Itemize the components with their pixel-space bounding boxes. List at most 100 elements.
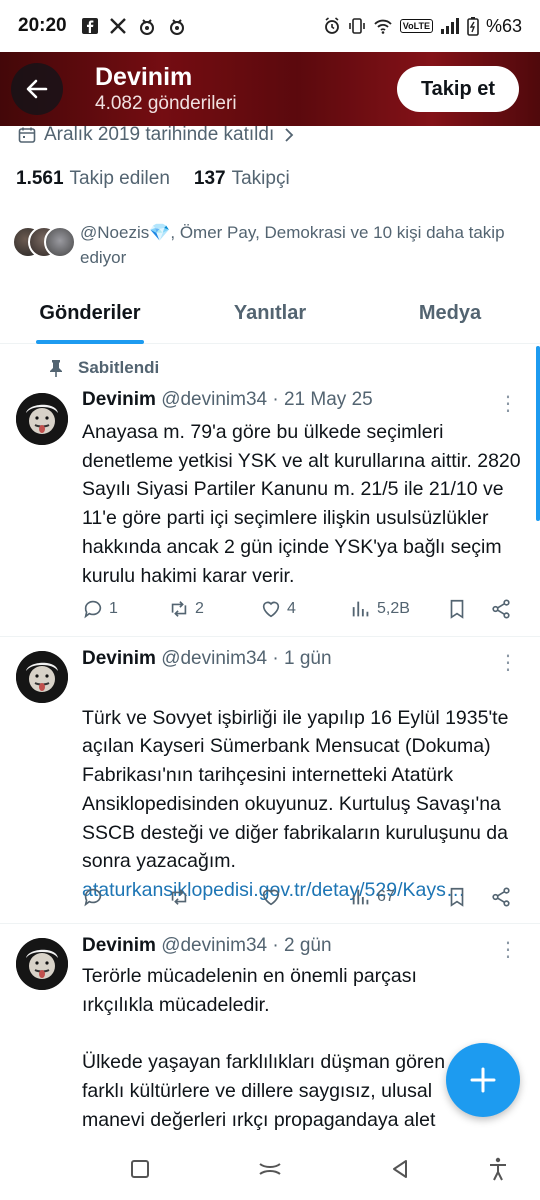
tweet-text: Terörle mücadelenin en önemli parçası ır… [82, 965, 446, 1131]
author-handle-date: @devinim34 · 1 gün [161, 648, 332, 669]
more-options-icon[interactable]: ⋮ [498, 391, 518, 416]
vibrate-icon [348, 18, 365, 34]
accessibility-button[interactable] [478, 1149, 518, 1189]
follow-button[interactable]: Takip et [397, 66, 519, 112]
calendar-icon [18, 127, 36, 143]
bookmark-icon [450, 887, 464, 907]
repost-icon [171, 601, 187, 617]
back-nav-button[interactable] [380, 1149, 420, 1189]
volte-badge: VoLTE [399, 19, 433, 33]
views-button[interactable]: 67 [350, 886, 446, 908]
author-name[interactable]: Devinim [82, 648, 156, 669]
app-icon [139, 19, 154, 35]
views-chart-icon [352, 889, 369, 905]
recent-apps-icon [131, 1160, 149, 1178]
wifi-icon [374, 19, 392, 34]
bookmark-button[interactable] [446, 886, 490, 908]
followers-count: 137 [193, 168, 226, 189]
recent-apps-button[interactable] [120, 1149, 160, 1189]
arrow-left-icon [26, 79, 48, 99]
more-options-icon[interactable]: ⋮ [498, 650, 518, 675]
tweet-header: Devinim @devinim34 · 1 gün [82, 648, 332, 670]
tweet-text: Türk ve Sovyet işbirliği ile yapılıp 16 … [82, 706, 509, 873]
x-icon [109, 18, 126, 34]
battery-level: %63 [485, 15, 522, 36]
bookmark-button[interactable] [446, 598, 490, 620]
tab-replies[interactable]: Yanıtlar [180, 284, 360, 343]
profile-header: Devinim 4.082 gönderileri Takip et [0, 52, 540, 126]
system-nav-bar [0, 1138, 540, 1200]
more-options-icon[interactable]: ⋮ [498, 937, 518, 962]
signal-icon [440, 18, 459, 34]
pinned-label: Sabitlendi [78, 358, 160, 377]
repost-button[interactable]: 2 [168, 598, 260, 620]
tweet-actions: 1 2 4 5,2B [82, 598, 522, 620]
following-label: Takip edilen [69, 168, 170, 189]
tweet[interactable]: Devinim @devinim34 · 1 gün ⋮ Türk ve Sov… [0, 637, 540, 924]
tweet[interactable]: Sabitlendi Devinim @devinim34 · 21 May 2… [0, 345, 540, 637]
following-link[interactable]: 1.561 Takip edilen [16, 168, 170, 190]
followed-by-row[interactable]: @Noezis💎, Ömer Pay, Demokrasi ve 10 kişi… [12, 220, 522, 270]
joined-date: Aralık 2019 tarihinde katıldı [18, 124, 296, 146]
einstein-avatar-image [16, 938, 68, 990]
followers-label: Takipçi [231, 168, 290, 189]
accessibility-icon [490, 1157, 506, 1181]
followers-link[interactable]: 137 Takipçi [194, 168, 290, 190]
tab-posts[interactable]: Gönderiler [0, 284, 180, 343]
follow-stats: 1.561 Takip edilen 137 Takipçi [16, 168, 290, 190]
tweet-header: Devinim @devinim34 · 21 May 25 [82, 389, 373, 411]
reply-icon [84, 888, 102, 907]
home-button[interactable] [250, 1149, 290, 1189]
reply-button[interactable]: 1 [82, 598, 168, 620]
battery-icon [467, 17, 479, 36]
share-icon [492, 887, 510, 907]
header-name: Devinim [95, 63, 193, 91]
pin-icon [50, 360, 62, 377]
einstein-avatar-image [16, 651, 68, 703]
app-icon [169, 19, 184, 35]
following-count: 1.561 [16, 168, 64, 189]
share-button[interactable] [490, 886, 512, 908]
reply-count: 1 [109, 600, 118, 617]
share-button[interactable] [490, 598, 512, 620]
avatar[interactable] [16, 938, 68, 990]
status-bar: 20:20 VoLTE %63 [0, 0, 540, 52]
like-count: 4 [287, 600, 296, 617]
back-triangle-icon [393, 1160, 407, 1178]
views-chart-icon [352, 601, 369, 617]
back-button[interactable] [11, 63, 63, 115]
followed-by-text: @Noezis💎, Ömer Pay, Demokrasi ve 10 kişi… [80, 223, 505, 267]
author-name[interactable]: Devinim [82, 935, 156, 956]
tweet-actions: 67 [82, 886, 522, 908]
views-button[interactable]: 5,2B [350, 598, 446, 620]
avatar[interactable] [16, 651, 68, 703]
avatar[interactable] [16, 393, 68, 445]
reply-icon [84, 600, 102, 619]
author-name[interactable]: Devinim [82, 389, 156, 410]
alarm-icon [324, 17, 339, 34]
header-post-count: 4.082 gönderileri [95, 93, 237, 114]
avatar [44, 226, 76, 258]
einstein-avatar-image [16, 393, 68, 445]
facebook-icon [81, 18, 98, 34]
tweet-header: Devinim @devinim34 · 2 gün [82, 935, 332, 957]
follower-avatars [12, 220, 78, 260]
joined-text: Aralık 2019 tarihinde katıldı [44, 124, 275, 145]
like-button[interactable]: 4 [260, 598, 350, 620]
home-gesture-icon [259, 1163, 281, 1175]
plus-icon [470, 1067, 496, 1093]
like-button[interactable] [260, 886, 350, 908]
chevron-right-icon[interactable] [282, 128, 296, 142]
status-time: 20:20 [18, 15, 67, 36]
repost-button[interactable] [168, 886, 260, 908]
view-count: 67 [377, 888, 395, 905]
reply-button[interactable] [82, 886, 168, 908]
repost-count: 2 [195, 600, 204, 617]
bookmark-icon [450, 599, 464, 619]
share-icon [492, 599, 510, 619]
tweet-text: Anayasa m. 79'a göre bu ülkede seçimleri… [82, 421, 521, 587]
compose-button[interactable] [446, 1043, 520, 1117]
heart-icon [262, 601, 280, 618]
heart-icon [262, 889, 280, 906]
tab-media[interactable]: Medya [360, 284, 540, 343]
